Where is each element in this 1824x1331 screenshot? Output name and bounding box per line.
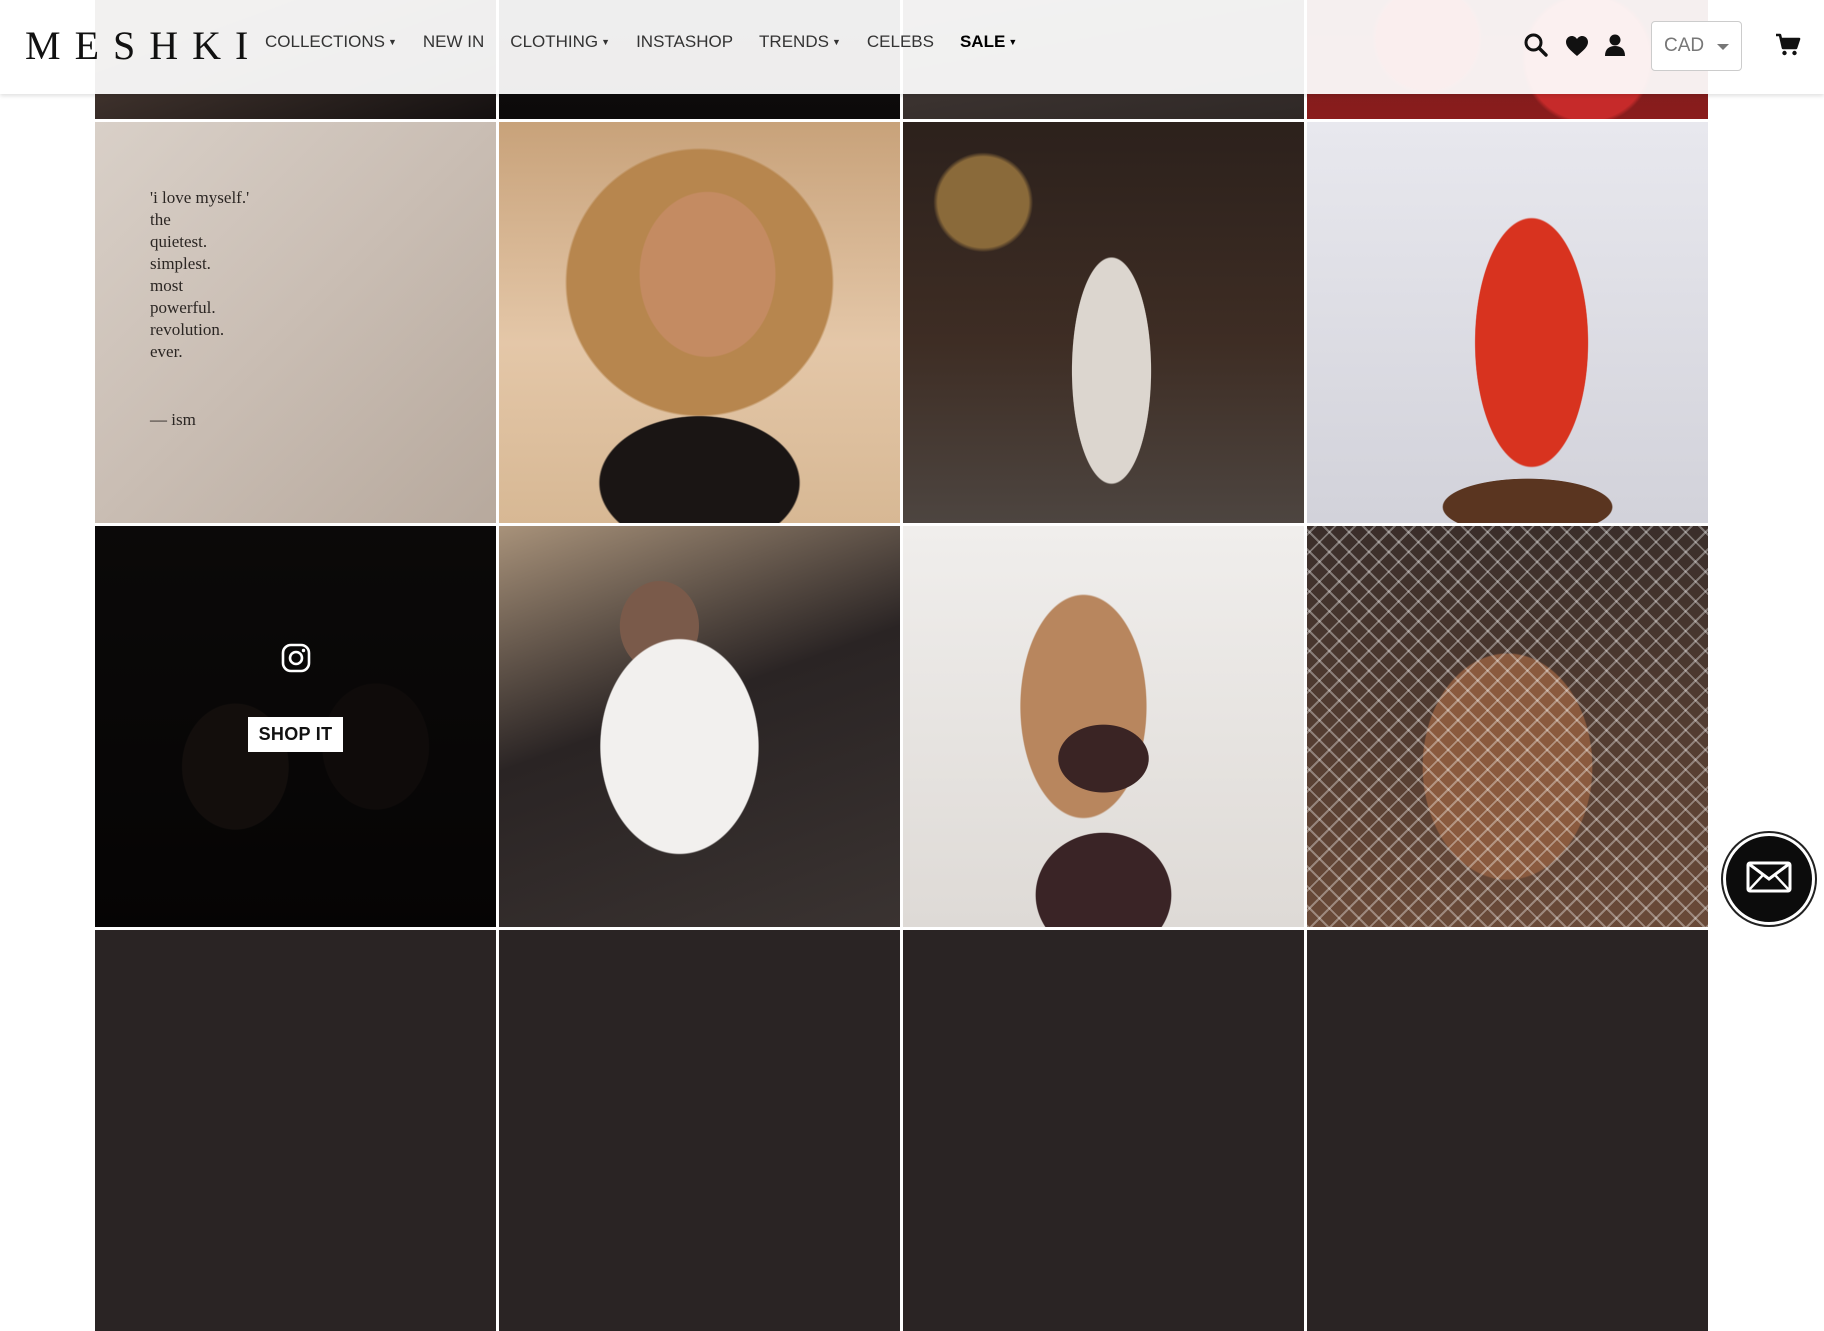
tile-photo	[903, 122, 1304, 523]
insta-tile[interactable]	[1307, 122, 1708, 523]
main-nav: COLLECTIONS ▼ NEW IN CLOTHING ▼ INSTASHOP …	[265, 32, 1043, 52]
nav-item-collections[interactable]: COLLECTIONS ▼	[265, 32, 397, 52]
brand-logo[interactable]: MESHKI	[25, 22, 262, 69]
shop-it-button[interactable]: SHOP IT	[247, 716, 344, 752]
caret-down-icon: ▼	[831, 37, 841, 47]
nav-item-label: NEW IN	[422, 32, 485, 51]
insta-tile[interactable]	[95, 930, 496, 1331]
chevron-down-icon	[1717, 44, 1729, 50]
nav-item-label: CLOTHING	[510, 32, 599, 51]
currency-value: CAD	[1664, 35, 1705, 56]
nav-item-label: CELEBS	[866, 32, 934, 51]
user-icon[interactable]	[1604, 33, 1626, 62]
nav-item-label: SALE	[959, 32, 1006, 51]
envelope-icon	[1746, 861, 1792, 898]
insta-tile[interactable]	[499, 526, 900, 927]
hover-overlay: SHOP IT	[95, 526, 496, 927]
site-header: MESHKI COLLECTIONS ▼ NEW IN CLOTHING ▼ INS…	[0, 0, 1824, 94]
nav-item-trends[interactable]: TRENDS ▼	[759, 32, 841, 52]
caret-down-icon: ▼	[601, 37, 611, 47]
nav-item-celebs[interactable]: CELEBS	[867, 32, 934, 52]
heart-icon[interactable]	[1565, 35, 1589, 62]
insta-tile[interactable]	[499, 930, 900, 1331]
nav-item-label: TRENDS	[759, 32, 829, 51]
caret-down-icon: ▼	[387, 37, 397, 47]
insta-tile[interactable]	[1307, 526, 1708, 927]
nav-item-label: COLLECTIONS	[265, 32, 385, 51]
tile-photo	[499, 526, 900, 927]
nav-item-new-in[interactable]: NEW IN	[423, 32, 484, 52]
instagram-icon	[280, 642, 312, 679]
insta-tile-quote[interactable]: 'i love myself.' the quietest. simplest.…	[95, 122, 496, 523]
nav-item-sale[interactable]: SALE ▼	[960, 32, 1017, 52]
quote-text: 'i love myself.' the quietest. simplest.…	[150, 188, 250, 361]
nav-item-label: INSTASHOP	[636, 32, 734, 51]
cart-icon[interactable]	[1775, 33, 1801, 62]
quote-author: — ism	[150, 410, 196, 429]
search-icon[interactable]	[1523, 32, 1549, 63]
tile-photo	[1307, 526, 1708, 927]
currency-select[interactable]: CAD	[1651, 21, 1742, 71]
tile-photo	[1307, 122, 1708, 523]
nav-item-clothing[interactable]: CLOTHING ▼	[510, 32, 610, 52]
tile-photo	[95, 930, 496, 1331]
insta-tile[interactable]	[903, 526, 1304, 927]
insta-tile[interactable]	[903, 930, 1304, 1331]
nav-item-instashop[interactable]: INSTASHOP	[636, 32, 733, 52]
tile-photo	[499, 930, 900, 1331]
insta-tile[interactable]	[903, 122, 1304, 523]
insta-tile[interactable]	[1307, 930, 1708, 1331]
tile-photo	[903, 930, 1304, 1331]
caret-down-icon: ▼	[1008, 37, 1018, 47]
tile-photo	[1307, 930, 1708, 1331]
newsletter-chat-button[interactable]	[1723, 833, 1815, 925]
insta-tile[interactable]	[499, 122, 900, 523]
insta-tile-hovered[interactable]: SHOP IT	[95, 526, 496, 927]
tile-photo	[903, 526, 1304, 927]
insta-grid: 'i love myself.' the quietest. simplest.…	[95, 0, 1708, 1331]
tile-photo	[499, 122, 900, 523]
